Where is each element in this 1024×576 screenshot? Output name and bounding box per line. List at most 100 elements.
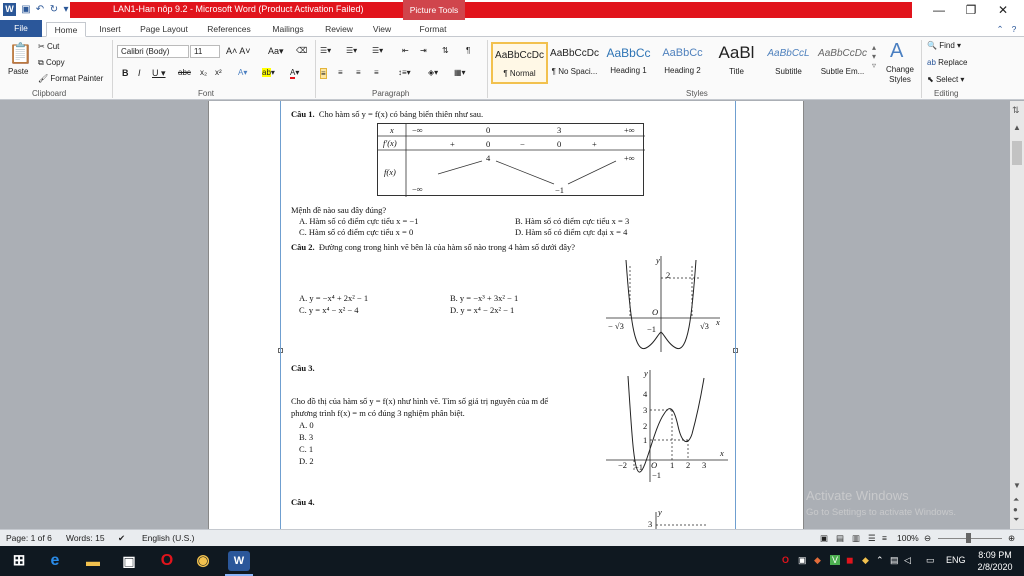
font-family-select[interactable]: Calibri (Body) — [117, 45, 189, 58]
style-normal[interactable]: AaBbCcDc ¶ Normal — [491, 42, 548, 84]
select-button[interactable]: ⬉ Select ▾ — [927, 75, 964, 84]
tab-mailings[interactable]: Mailings — [264, 22, 312, 37]
line-spacing-button[interactable]: ↕≡▾ — [398, 68, 411, 77]
zoom-in-icon[interactable]: ⊕ — [1008, 533, 1015, 544]
change-case-button[interactable]: Aa▾ — [268, 46, 284, 57]
undo-icon[interactable]: ↶ — [34, 3, 46, 16]
tab-review[interactable]: Review — [320, 22, 358, 37]
align-left-button[interactable]: ≡ — [320, 68, 327, 79]
justify-button[interactable]: ≡ — [374, 68, 379, 77]
word-app-icon[interactable]: W — [3, 3, 16, 16]
tab-home[interactable]: Home — [46, 22, 86, 37]
network-icon[interactable]: ▤ — [890, 555, 899, 566]
proofing-icon[interactable]: ✔ — [118, 533, 125, 544]
grow-font-button[interactable]: A˄ A˅ — [226, 46, 251, 56]
style-subtle-emphasis[interactable]: AaBbCcDc Subtle Em... — [814, 42, 871, 84]
decrease-indent-button[interactable]: ⇤ — [402, 46, 409, 55]
borders-button[interactable]: ▦▾ — [454, 68, 466, 77]
style-heading-2[interactable]: AaBbCc Heading 2 — [654, 42, 711, 84]
tab-format[interactable]: Format — [410, 22, 456, 37]
change-styles-icon[interactable]: A — [890, 40, 903, 63]
text-effects-button[interactable]: A▾ — [238, 68, 247, 77]
input-language[interactable]: ENG — [946, 555, 966, 565]
outline-icon[interactable]: ☰ — [868, 533, 876, 544]
scroll-up-icon[interactable]: ▲ — [1013, 123, 1021, 132]
save-icon[interactable]: ▣ — [20, 3, 32, 16]
paste-button[interactable]: Paste — [8, 67, 28, 76]
align-right-button[interactable]: ≡ — [356, 68, 361, 77]
ruler-toggle-icon[interactable]: ⇅ — [1012, 105, 1020, 116]
show-marks-button[interactable]: ¶ — [466, 46, 470, 55]
cut-button[interactable]: ✂ Cut — [38, 42, 59, 51]
font-color-button[interactable]: A▾ — [290, 68, 299, 79]
tray-icon[interactable]: V — [830, 555, 841, 565]
shading-button[interactable]: ◈▾ — [428, 68, 438, 77]
edge-browser-icon[interactable]: e — [44, 551, 66, 571]
minimize-button[interactable]: — — [924, 2, 954, 18]
show-hidden-icons[interactable]: ⌃ — [876, 555, 884, 566]
tray-icon[interactable]: ◆ — [814, 555, 821, 566]
font-size-select[interactable]: 11 — [190, 45, 220, 58]
scroll-down-icon[interactable]: ▼ — [1013, 481, 1021, 490]
store-icon[interactable]: ▣ — [118, 551, 140, 571]
help-icon[interactable]: ? — [1008, 22, 1020, 37]
volume-icon[interactable]: ◁ — [904, 555, 911, 566]
word-taskbar-icon[interactable]: W — [228, 551, 250, 571]
zoom-out-icon[interactable]: ⊖ — [924, 533, 931, 544]
opera-icon[interactable]: O — [156, 551, 178, 571]
change-styles-button[interactable]: Change Styles — [884, 65, 916, 85]
scroll-thumb[interactable] — [1012, 141, 1022, 165]
style-title[interactable]: AaBl Title — [708, 42, 765, 84]
tray-icon[interactable]: ▣ — [798, 555, 807, 566]
bold-button[interactable]: B — [122, 68, 129, 78]
format-painter-button[interactable]: 🖌 Format Painter — [38, 74, 103, 83]
redo-icon[interactable]: ↻ — [48, 3, 60, 16]
style-no-spacing[interactable]: AaBbCcDc ¶ No Spaci... — [546, 42, 603, 84]
draft-icon[interactable]: ≡ — [882, 533, 887, 543]
page-count[interactable]: Page: 1 of 6 — [6, 533, 52, 543]
copy-button[interactable]: ⧉ Copy — [38, 58, 65, 68]
tray-icon[interactable]: ◆ — [862, 555, 869, 566]
windows-start-icon[interactable]: ⊞ — [8, 551, 30, 571]
numbering-button[interactable]: ☰▾ — [346, 46, 357, 55]
tab-insert[interactable]: Insert — [92, 22, 128, 37]
web-layout-icon[interactable]: ▥ — [852, 533, 860, 544]
subscript-button[interactable]: x₂ — [200, 68, 207, 77]
vertical-scrollbar[interactable]: ⇅ ▲ ▼ ⏶ ● ⏷ — [1010, 101, 1024, 529]
zoom-level[interactable]: 100% — [897, 533, 919, 543]
language-indicator[interactable]: English (U.S.) — [142, 533, 194, 543]
multilevel-list-button[interactable]: ☰▾ — [372, 46, 383, 55]
tray-icon[interactable]: ◼ — [846, 555, 853, 566]
replace-button[interactable]: ab Replace — [927, 58, 968, 67]
bullets-button[interactable]: ☰▾ — [320, 46, 331, 55]
full-screen-icon[interactable]: ▤ — [836, 533, 844, 544]
tab-file[interactable]: File — [0, 20, 42, 37]
highlight-button[interactable]: ab▾ — [262, 68, 275, 77]
notification-tray-icon[interactable]: ▭ — [926, 555, 935, 566]
sort-button[interactable]: ⇅ — [442, 46, 449, 55]
opera-tray-icon[interactable]: O — [782, 555, 789, 565]
word-count[interactable]: Words: 15 — [66, 533, 105, 543]
superscript-button[interactable]: x² — [215, 68, 222, 77]
tab-references[interactable]: References — [202, 22, 256, 37]
chrome-icon[interactable]: ◉ — [192, 551, 214, 571]
file-explorer-icon[interactable]: ▬ — [82, 551, 104, 571]
style-heading-1[interactable]: AaBbCc Heading 1 — [600, 42, 657, 84]
paste-icon[interactable]: 📋 — [8, 41, 33, 66]
browse-object-icon[interactable]: ● — [1013, 505, 1018, 514]
styles-scroll-icon[interactable]: ▴ ▾ ▿ — [872, 43, 876, 70]
ribbon-minimize-icon[interactable]: ⌃ — [994, 22, 1006, 37]
next-page-icon[interactable]: ⏷ — [1013, 515, 1019, 525]
maximize-button[interactable]: ❐ — [956, 2, 986, 18]
prev-page-icon[interactable]: ⏶ — [1013, 495, 1019, 505]
italic-button[interactable]: I — [138, 68, 141, 78]
tab-page-layout[interactable]: Page Layout — [136, 22, 192, 37]
print-layout-icon[interactable]: ▣ — [820, 533, 828, 544]
underline-button[interactable]: U ▾ — [152, 68, 166, 79]
find-button[interactable]: 🔍 Find ▾ — [927, 41, 961, 50]
clear-formatting-icon[interactable]: ⌫ — [296, 46, 307, 55]
strikethrough-button[interactable]: abc — [178, 68, 191, 77]
zoom-slider-thumb[interactable] — [966, 533, 971, 543]
close-button[interactable]: ✕ — [988, 2, 1018, 18]
align-center-button[interactable]: ≡ — [338, 68, 343, 77]
